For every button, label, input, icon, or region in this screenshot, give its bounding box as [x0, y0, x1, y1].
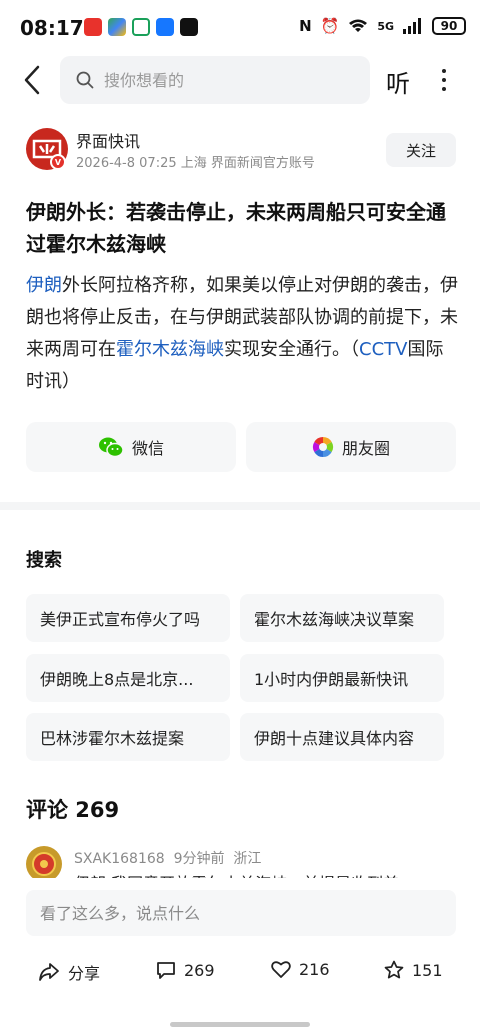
- heart-icon: [271, 961, 291, 978]
- comment-item[interactable]: SXAK168168 9分钟前 浙江 伊朗 我同意开放霍尔木兹海峡，前提是收到美: [26, 844, 456, 878]
- nfc-icon: N: [299, 17, 312, 35]
- share-arrow-icon: [39, 963, 59, 981]
- author-name[interactable]: 界面快讯: [76, 128, 140, 152]
- keyword-link-iran[interactable]: 伊朗: [26, 275, 62, 296]
- status-time: 08:17: [20, 16, 84, 40]
- alipay-icon: [156, 18, 174, 36]
- search-suggestion-chip[interactable]: 美伊正式宣布停火了吗: [26, 594, 230, 642]
- wifi-icon: [349, 19, 368, 32]
- status-bar: 08:17 N ⏰ 5G 90: [0, 0, 480, 56]
- search-suggestion-chip[interactable]: 巴林涉霍尔木兹提案: [26, 713, 230, 761]
- listen-button[interactable]: 听: [386, 64, 410, 99]
- share-moments-label: 朋友圈: [341, 439, 390, 458]
- moments-icon: [312, 436, 334, 458]
- notification-icons: [84, 18, 198, 36]
- home-indicator[interactable]: [170, 1022, 310, 1027]
- search-suggestion-chip[interactable]: 霍尔木兹海峡决议草案: [240, 594, 444, 642]
- like-count: 216: [299, 960, 330, 979]
- search-icon: [76, 71, 94, 89]
- star-icon: [384, 960, 404, 979]
- share-action-label: 分享: [68, 964, 101, 983]
- more-dot-icon: [442, 69, 446, 73]
- search-section-heading: 搜索: [26, 550, 62, 571]
- comment-action-button[interactable]: 269: [156, 960, 215, 980]
- network-label: 5G: [377, 19, 394, 33]
- bank-app-icon: [132, 18, 150, 36]
- commenter-meta: SXAK168168 9分钟前 浙江: [74, 848, 261, 868]
- play-store-icon: [108, 18, 126, 36]
- commenter-name[interactable]: SXAK168168: [74, 851, 165, 867]
- keyword-link-cctv[interactable]: CCTV: [359, 339, 407, 360]
- more-dot-icon: [442, 87, 446, 91]
- alarm-icon: ⏰: [320, 17, 340, 35]
- verified-badge-icon: V: [50, 154, 66, 170]
- author-header: V 界面快讯 2026-4-8 07:25 上海 界面新闻官方账号 关注: [0, 128, 480, 178]
- favorite-count: 151: [412, 960, 443, 980]
- tiktok-icon: [180, 18, 198, 36]
- like-action-button[interactable]: 216: [271, 960, 330, 979]
- more-dot-icon: [442, 78, 446, 82]
- comment-input[interactable]: [40, 903, 440, 923]
- back-button[interactable]: [14, 62, 50, 98]
- post-time: 07:25: [139, 156, 177, 171]
- post-location: 上海: [180, 156, 207, 171]
- search-suggestion-chip[interactable]: 伊朗晚上8点是北京...: [26, 654, 230, 702]
- article-headline: 伊朗外长：若袭击停止，未来两周船只可安全通过霍尔木兹海峡: [26, 200, 446, 256]
- comment-bubble-icon: [157, 962, 175, 979]
- section-divider: [0, 502, 480, 510]
- wechat-icon: [98, 437, 124, 458]
- comment-text: 伊朗 我同意开放霍尔木兹海峡，前提是收到美: [74, 870, 399, 878]
- share-moments-button[interactable]: 朋友圈: [246, 422, 456, 472]
- comment-count: 269: [184, 960, 215, 980]
- share-action-button[interactable]: 分享: [38, 960, 100, 984]
- search-suggestion-chip[interactable]: 1小时内伊朗最新快讯: [240, 654, 444, 702]
- emblem-avatar-icon: [32, 852, 56, 876]
- share-wechat-label: 微信: [131, 439, 164, 458]
- top-navigation: 听: [0, 56, 480, 104]
- share-wechat-button[interactable]: 微信: [26, 422, 236, 472]
- signal-icon: [403, 18, 421, 34]
- article-body: 伊朗外长阿拉格齐称，如果美以停止对伊朗的袭击，伊朗也将停止反击，在与伊朗武装部队…: [26, 270, 458, 398]
- follow-button[interactable]: 关注: [386, 133, 456, 167]
- more-options-button[interactable]: [432, 64, 456, 96]
- comment-location: 浙江: [233, 851, 262, 867]
- keyword-link-hormuz[interactable]: 霍尔木兹海峡: [116, 339, 224, 360]
- search-bar[interactable]: [60, 56, 370, 104]
- search-suggestion-chip[interactable]: 伊朗十点建议具体内容: [240, 713, 444, 761]
- body-segment: 实现安全通行。（: [224, 339, 359, 360]
- search-input[interactable]: [104, 70, 344, 90]
- comment-time: 9分钟前: [173, 851, 225, 867]
- back-arrow-icon: [24, 65, 40, 95]
- post-date: 2026-4-8: [76, 156, 136, 171]
- battery-indicator: 90: [432, 17, 466, 35]
- comments-heading: 评论 269: [26, 798, 120, 822]
- account-type: 界面新闻官方账号: [210, 156, 315, 171]
- favorite-action-button[interactable]: 151: [384, 960, 443, 980]
- author-meta: 2026-4-8 07:25 上海 界面新闻官方账号: [76, 152, 315, 171]
- comment-input-box[interactable]: [26, 890, 456, 936]
- commenter-avatar[interactable]: [26, 846, 62, 878]
- app-notification-icon: [84, 18, 102, 36]
- status-indicators: N ⏰ 5G 90: [299, 17, 466, 35]
